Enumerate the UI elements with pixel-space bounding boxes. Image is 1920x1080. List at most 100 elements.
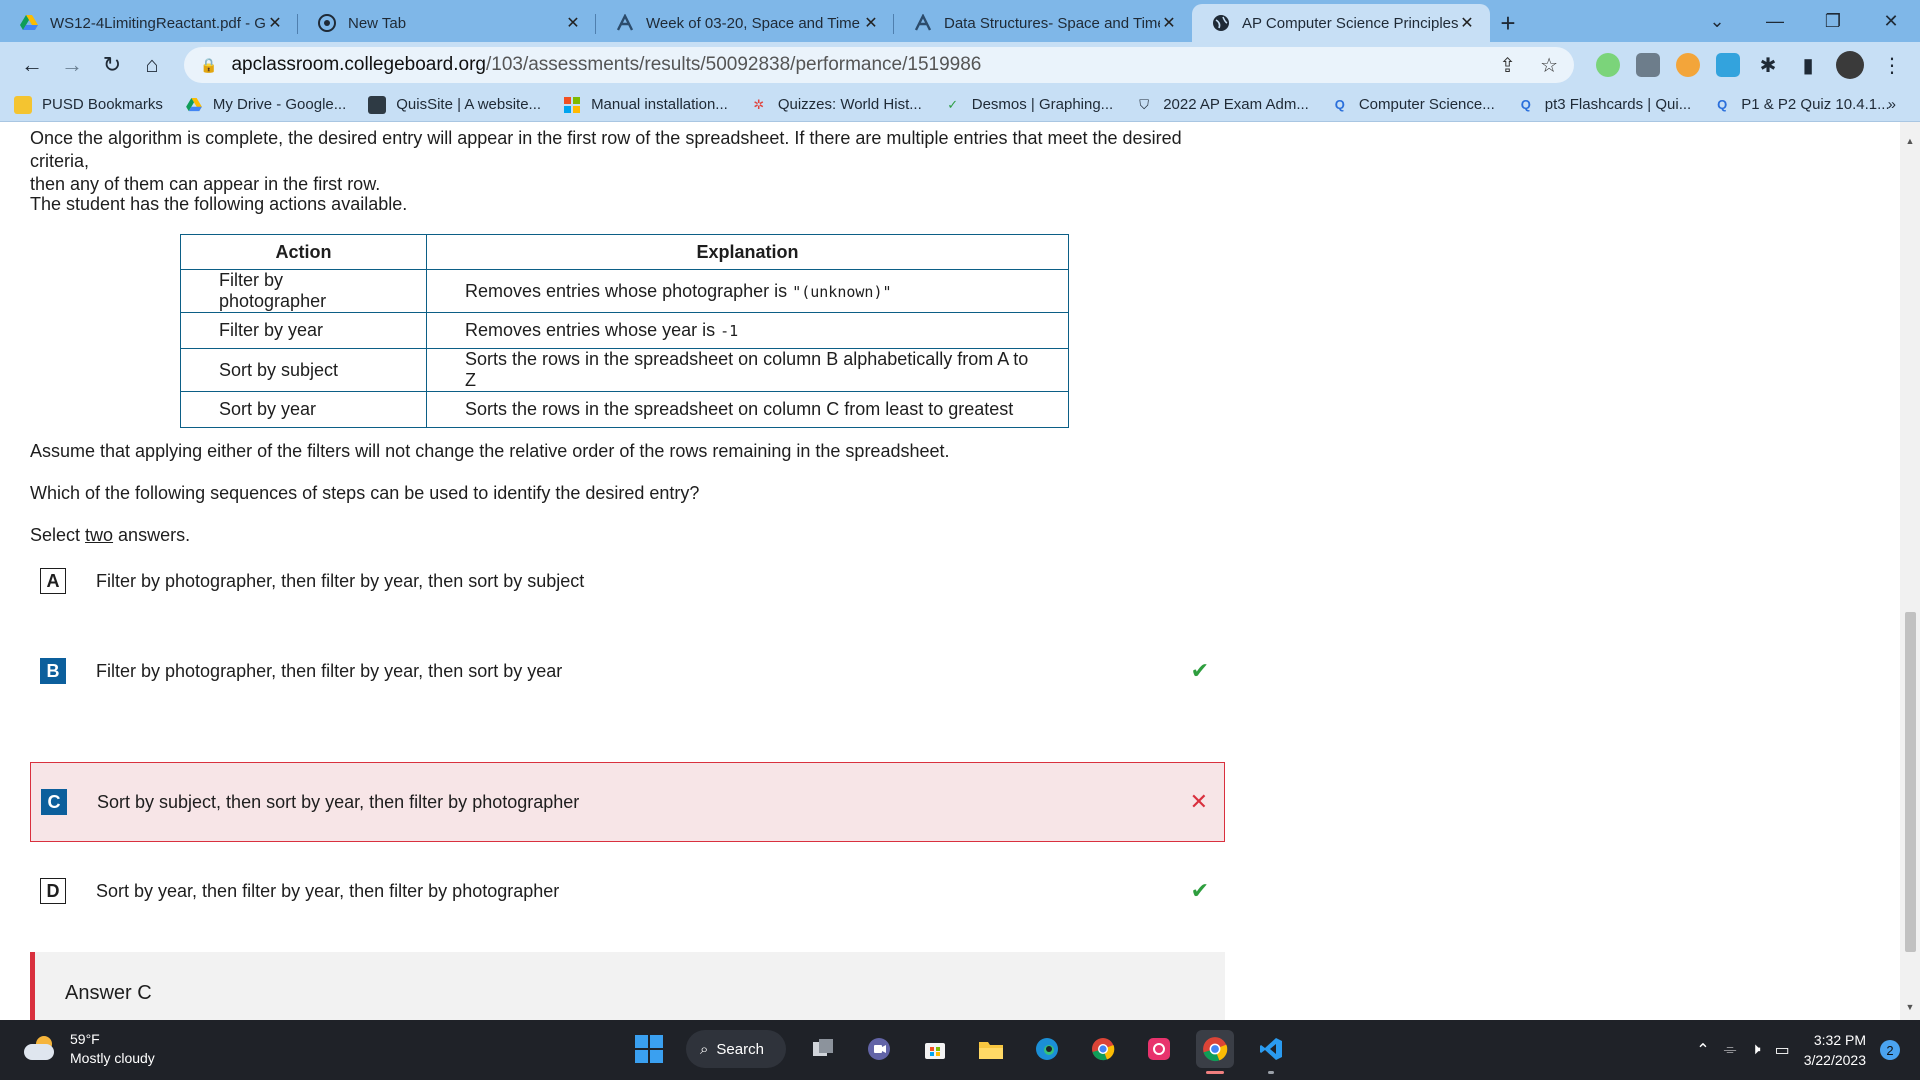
option-text: Sort by year, then filter by year, then … — [96, 880, 560, 901]
chevron-up-icon[interactable]: ⌃ — [1696, 1040, 1709, 1060]
bookmark-p1-p2-quiz[interactable]: Q P1 & P2 Quiz 10.4.1... — [1713, 96, 1889, 114]
minimize-button[interactable]: — — [1746, 11, 1804, 32]
tab-data-structures[interactable]: Data Structures- Space and Time ✕ — [894, 4, 1192, 42]
lock-icon[interactable]: 🔒 — [200, 57, 217, 74]
collegeboard-acorn-icon: ⛉ — [1139, 96, 1150, 112]
answer-option-a[interactable]: A Filter by photographer, then filter by… — [30, 541, 1225, 621]
reload-icon[interactable]: ↻ — [92, 47, 132, 83]
search-label: Search — [716, 1040, 764, 1058]
quizlet-icon: Q — [1520, 97, 1531, 112]
chrome-icon[interactable] — [1084, 1030, 1122, 1068]
chrome-profile-active-icon[interactable] — [1196, 1030, 1234, 1074]
sidepanel-icon[interactable]: ▮ — [1796, 53, 1820, 77]
vertical-scrollbar[interactable]: ▲ ▼ — [1900, 122, 1920, 1020]
answer-option-c[interactable]: C Sort by subject, then sort by year, th… — [30, 762, 1225, 842]
address-bar[interactable]: 🔒 apclassroom.collegeboard.org/103/asses… — [184, 47, 1574, 83]
extension-cast-icon[interactable] — [1636, 53, 1660, 77]
tab-search-chevron-icon[interactable]: ⌄ — [1688, 11, 1746, 32]
answer-option-b[interactable]: B Filter by photographer, then filter by… — [30, 631, 1225, 711]
close-icon[interactable]: ✕ — [266, 13, 284, 33]
bookmark-ap-exam-admin[interactable]: ⛉ 2022 AP Exam Adm... — [1135, 96, 1309, 114]
table-row: Sort by subject Sorts the rows in the sp… — [180, 348, 1069, 392]
system-tray: ⌃ ⌯ 🕨 ▭ 3:32 PM 3/22/2023 2 — [1696, 1030, 1900, 1070]
windows-taskbar: 59°F Mostly cloudy ⌕ Search ⌃ ⌯ 🕨 ▭ 3:32… — [0, 1020, 1920, 1080]
option-letter: D — [40, 878, 66, 904]
task-view-icon[interactable] — [804, 1030, 842, 1068]
option-letter: C — [41, 789, 67, 815]
scroll-down-arrow-icon[interactable]: ▼ — [1900, 1002, 1920, 1012]
network-icon[interactable]: ⌯ — [1724, 1041, 1737, 1059]
table-header-row: Action Explanation — [180, 234, 1069, 270]
bookmark-desmos[interactable]: ✓ Desmos | Graphing... — [944, 96, 1113, 114]
extension-on-icon[interactable] — [1676, 53, 1700, 77]
microsoft-store-icon[interactable] — [916, 1030, 954, 1068]
tab-ws12-pdf[interactable]: WS12-4LimitingReactant.pdf - Go ✕ — [0, 4, 298, 42]
close-icon[interactable]: ✕ — [1458, 13, 1476, 33]
tab-ap-csp[interactable]: AP Computer Science Principles E ✕ — [1192, 4, 1490, 42]
option-letter: B — [40, 658, 66, 684]
bookmark-quissite[interactable]: QuisSite | A website... — [368, 95, 541, 114]
schoology-icon — [914, 14, 932, 32]
bookmarks-overflow-button[interactable]: » — [1888, 96, 1896, 113]
bookmark-pt3-flashcards[interactable]: Qpt3 Flashcards | Qui... — [1517, 96, 1692, 114]
file-explorer-icon[interactable] — [972, 1030, 1010, 1068]
close-icon[interactable]: ✕ — [564, 13, 582, 33]
question-prompt: Which of the following sequences of step… — [30, 483, 700, 503]
bookmark-manual-installation[interactable]: Manual installation... — [563, 96, 728, 114]
google-drive-icon — [20, 14, 38, 32]
new-tab-button[interactable]: + — [1490, 4, 1526, 42]
tab-title: WS12-4LimitingReactant.pdf - Go — [50, 14, 266, 32]
tab-new-tab[interactable]: New Tab ✕ — [298, 4, 596, 42]
edge-browser-icon[interactable] — [1028, 1030, 1066, 1068]
option-text: Sort by subject, then sort by year, then… — [97, 791, 580, 812]
option-text: Filter by photographer, then filter by y… — [96, 570, 585, 591]
bookmark-computer-science[interactable]: Q Computer Science... — [1331, 96, 1495, 114]
taskbar-search[interactable]: ⌕ Search — [686, 1030, 786, 1068]
avatar[interactable] — [1836, 51, 1864, 79]
bookmark-pusd[interactable]: PUSD Bookmarks — [14, 95, 163, 114]
notification-badge[interactable]: 2 — [1880, 1040, 1900, 1060]
action-cell: Filter by photographer — [180, 269, 427, 313]
battery-icon[interactable]: ▭ — [1775, 1040, 1790, 1060]
tab-title: New Tab — [348, 14, 407, 32]
scroll-up-arrow-icon[interactable]: ▲ — [1900, 136, 1920, 146]
bookmarks-bar: PUSD Bookmarks My Drive - Google... Quis… — [0, 88, 1920, 122]
tab-week-space-time[interactable]: Week of 03-20, Space and Time C ✕ — [596, 4, 894, 42]
home-icon[interactable]: ⌂ — [132, 47, 172, 83]
restore-button[interactable]: ❐ — [1804, 11, 1862, 32]
scrollbar-thumb[interactable] — [1905, 612, 1916, 952]
desmos-icon: ✓ — [947, 96, 959, 112]
bookmark-quizzes-world-hist[interactable]: ✲ Quizzes: World Hist... — [750, 96, 921, 114]
windows-start-icon[interactable] — [630, 1030, 668, 1068]
close-window-button[interactable]: ✕ — [1862, 11, 1920, 32]
answer-option-d[interactable]: D Sort by year, then filter by year, the… — [30, 851, 1225, 931]
clock[interactable]: 3:32 PM 3/22/2023 — [1804, 1030, 1866, 1070]
volume-muted-icon[interactable]: 🕨 — [1750, 1041, 1760, 1059]
forward-arrow-icon[interactable]: → — [52, 47, 92, 83]
bookmark-star-icon[interactable]: ☆ — [1540, 53, 1558, 78]
share-icon[interactable]: ⇪ — [1499, 53, 1516, 78]
weather-widget[interactable]: 59°F Mostly cloudy — [22, 1030, 155, 1068]
action-cell: Sort by year — [180, 391, 427, 428]
tab-strip: WS12-4LimitingReactant.pdf - Go ✕ New Ta… — [0, 0, 1920, 42]
tab-title: AP Computer Science Principles E — [1242, 14, 1458, 32]
menu-kebab-icon[interactable]: ⋮ — [1880, 53, 1904, 77]
cloudy-weather-icon — [22, 1036, 58, 1062]
bookmark-my-drive[interactable]: My Drive - Google... — [185, 96, 346, 114]
vscode-icon[interactable] — [1252, 1030, 1290, 1074]
teams-chat-icon[interactable] — [860, 1030, 898, 1068]
clock-time: 3:32 PM — [1813, 1032, 1866, 1048]
correct-check-icon: ✔ — [1190, 878, 1209, 903]
column-header-action: Action — [180, 234, 427, 270]
actions-table: Action Explanation Filter by photographe… — [180, 234, 1069, 428]
tab-title: Data Structures- Space and Time — [944, 14, 1160, 32]
close-icon[interactable]: ✕ — [862, 13, 880, 33]
extension-circle-icon[interactable] — [1596, 53, 1620, 77]
puzzle-icon[interactable]: ✱ — [1756, 53, 1780, 77]
url-path: /103/assessments/results/50092838/perfor… — [485, 54, 982, 75]
close-icon[interactable]: ✕ — [1160, 13, 1178, 33]
back-arrow-icon[interactable]: ← — [12, 47, 52, 83]
extension-cloud-icon[interactable] — [1716, 53, 1740, 77]
browser-toolbar: ← → ↻ ⌂ 🔒 apclassroom.collegeboard.org/1… — [0, 42, 1920, 88]
creative-cloud-icon[interactable] — [1140, 1030, 1178, 1068]
